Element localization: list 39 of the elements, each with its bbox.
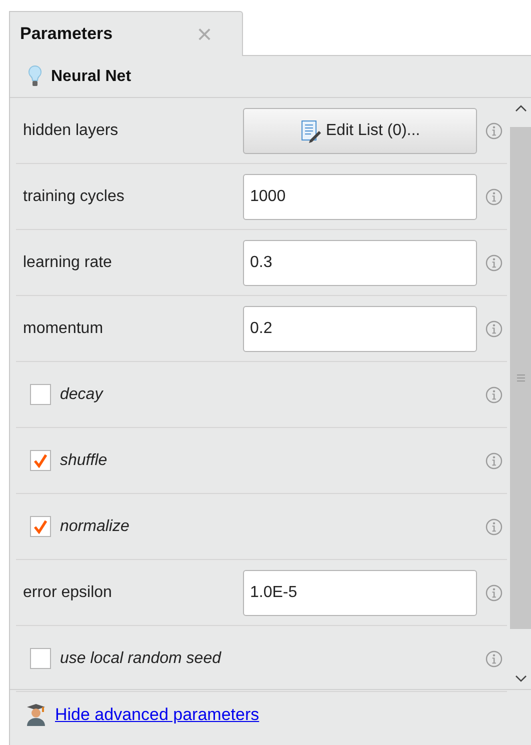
- edit-list-button[interactable]: Edit List (0)...: [243, 108, 477, 154]
- value-field[interactable]: 1.0E-5: [243, 570, 477, 616]
- checkmark-icon: [33, 520, 48, 534]
- parameter-label: learning rate: [23, 252, 113, 272]
- parameter-label: momentum: [23, 318, 104, 338]
- info-icon[interactable]: [485, 518, 503, 536]
- parameter-label: normalize: [60, 516, 130, 536]
- info-icon[interactable]: [485, 452, 503, 470]
- info-icon[interactable]: [485, 122, 503, 140]
- tab-title: Parameters: [20, 23, 114, 46]
- parameter-label: hidden layers: [23, 120, 120, 140]
- checkbox[interactable]: [30, 516, 51, 537]
- parameter-label: use local random seed: [60, 648, 222, 668]
- checkbox[interactable]: [30, 384, 51, 405]
- parameter-label: decay: [60, 384, 104, 404]
- notepad-pencil-icon: [300, 118, 322, 142]
- hide-advanced-parameters-link[interactable]: Hide advanced parameters: [55, 702, 260, 728]
- info-icon[interactable]: [485, 320, 503, 338]
- value-field[interactable]: 0.2: [243, 306, 477, 352]
- value-field[interactable]: 0.3: [243, 240, 477, 286]
- light-bulb-icon: [28, 64, 42, 88]
- grip-icon: [516, 374, 526, 382]
- parameter-label: training cycles: [23, 186, 126, 206]
- scroll-down-icon[interactable]: [514, 674, 526, 684]
- parameters-tab[interactable]: Parameters ×: [9, 11, 243, 56]
- checkbox[interactable]: [30, 450, 51, 471]
- checkbox[interactable]: [30, 648, 51, 669]
- graduate-person-icon: [25, 702, 47, 727]
- parameter-label: error epsilon: [23, 582, 113, 602]
- info-icon[interactable]: [485, 254, 503, 272]
- info-icon[interactable]: [485, 650, 503, 668]
- info-icon[interactable]: [485, 386, 503, 404]
- info-icon[interactable]: [485, 188, 503, 206]
- value-field[interactable]: 1000: [243, 174, 477, 220]
- checkmark-icon: [33, 454, 48, 468]
- operator-name: Neural Net: [51, 66, 132, 86]
- scroll-up-icon[interactable]: [514, 103, 526, 113]
- parameter-label: shuffle: [60, 450, 108, 470]
- info-icon[interactable]: [485, 584, 503, 602]
